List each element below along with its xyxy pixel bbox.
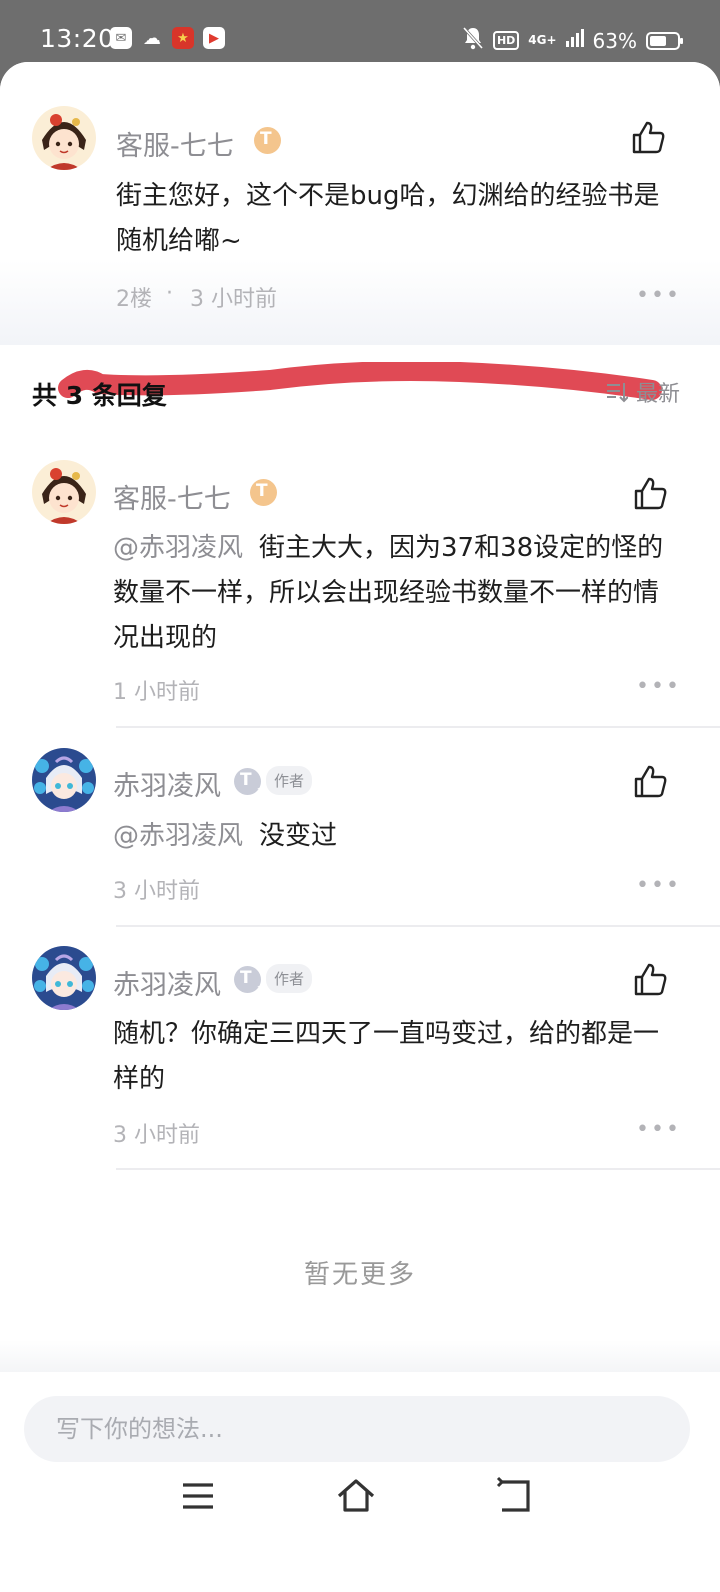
divider <box>116 726 720 728</box>
mention-link[interactable]: @赤羽凌风 <box>113 821 243 851</box>
no-more-label: 暂无更多 <box>303 1260 416 1290</box>
comment-floor: 2楼 <box>116 287 152 312</box>
mute-bell-icon <box>462 26 484 55</box>
sort-label: 最新 <box>635 382 680 407</box>
reply-body: 没变过 <box>259 821 338 851</box>
back-icon[interactable] <box>494 1476 534 1516</box>
system-nav-bar <box>0 1430 720 1530</box>
status-indicators: HD 4G+ 63% <box>462 26 683 55</box>
reply-time: 3 小时前 <box>113 879 200 904</box>
video-app-icon: ▶ <box>203 27 225 49</box>
battery-percent: 63% <box>592 28 637 53</box>
reply-text: 随机？你确定三四天了一直吗变过，给的都是一样的 <box>113 1019 660 1094</box>
level-badge: T4 <box>250 479 279 509</box>
reply-author[interactable]: 客服-七七 <box>113 477 231 516</box>
comment-time: 3 小时前 <box>190 287 277 312</box>
reply-text: @赤羽凌风 街主大大，因为37和38设定的怪的数量不一样，所以会出现经验书数量不一… <box>113 526 678 661</box>
level-badge: T4 <box>254 127 283 157</box>
battery-icon <box>646 31 683 50</box>
more-options-icon[interactable]: ••• <box>636 674 681 699</box>
reply-time: 1 小时前 <box>113 680 200 705</box>
avatar[interactable] <box>32 460 96 524</box>
comment-text: 街主您好，这个不是bug哈，幻渊给的经验书是随机给嘟~ <box>116 181 660 256</box>
mail-icon: ✉ <box>110 27 132 49</box>
home-icon[interactable] <box>336 1476 376 1516</box>
thumbs-up-icon[interactable] <box>632 476 668 512</box>
signal-icon <box>565 28 584 53</box>
top-comment: 客服-七七 T4 街主您好，这个不是bug哈，幻渊给的经验书是随机给嘟~ 2楼 … <box>0 62 720 345</box>
sort-button[interactable]: 最新 <box>606 376 680 408</box>
thumbs-up-icon[interactable] <box>632 764 668 800</box>
author-tag: 作者 <box>266 766 313 795</box>
avatar[interactable] <box>32 748 96 812</box>
sort-icon <box>606 383 628 403</box>
status-time: 13:20 <box>40 24 115 53</box>
comment-author[interactable]: 客服-七七 <box>116 124 234 163</box>
network-indicator: 4G+ <box>528 33 557 47</box>
more-options-icon[interactable]: ••• <box>636 283 681 308</box>
more-options-icon[interactable]: ••• <box>636 1117 681 1142</box>
level-badge: T1 <box>234 966 263 996</box>
mention-link[interactable]: @赤羽凌风 <box>113 533 243 563</box>
reply-author[interactable]: 赤羽凌风 <box>113 963 221 1002</box>
replies-count-title: 共 3 条回复 <box>32 381 167 410</box>
avatar[interactable] <box>32 106 96 170</box>
news-app-icon: ★ <box>172 27 194 49</box>
more-options-icon[interactable]: ••• <box>636 873 681 898</box>
level-badge: T1 <box>234 768 263 798</box>
meta-separator: · <box>166 281 173 306</box>
replies-sheet: 客服-七七 T4 街主您好，这个不是bug哈，幻渊给的经验书是随机给嘟~ 2楼 … <box>0 62 720 1592</box>
reply-time: 3 小时前 <box>113 1123 200 1148</box>
thumbs-up-icon[interactable] <box>630 120 666 156</box>
reply-author[interactable]: 赤羽凌风 <box>113 764 221 803</box>
wechat-icon: ☁ <box>143 27 161 49</box>
menu-icon[interactable] <box>178 1476 218 1516</box>
hd-badge: HD <box>492 31 520 50</box>
thumbs-up-icon[interactable] <box>632 962 668 998</box>
reply-text: @赤羽凌风 没变过 <box>113 814 678 859</box>
author-tag: 作者 <box>266 964 313 993</box>
divider <box>116 1168 720 1170</box>
divider <box>116 925 720 927</box>
notification-icons: ✉ ☁ ★ ▶ <box>110 27 225 49</box>
avatar[interactable] <box>32 946 96 1010</box>
